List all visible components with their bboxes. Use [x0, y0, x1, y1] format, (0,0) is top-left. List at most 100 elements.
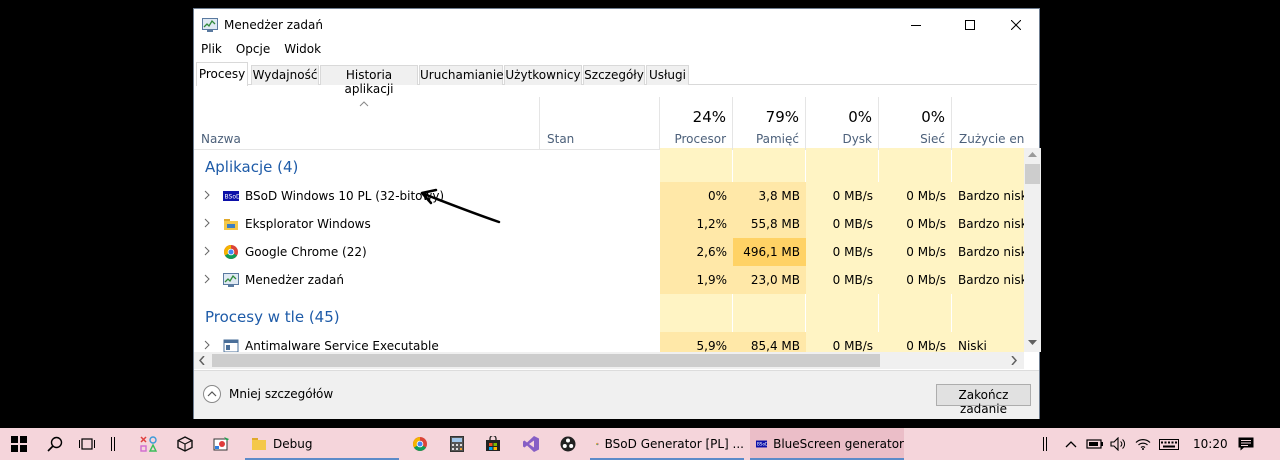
tab-details[interactable]: Szczegóły	[583, 65, 645, 85]
tab-processes[interactable]: Procesy	[196, 62, 248, 86]
service-icon	[223, 339, 239, 352]
title-bar[interactable]: Menedżer zadań	[194, 9, 1039, 40]
process-cpu: 1,2%	[660, 210, 733, 238]
store-icon	[486, 436, 500, 451]
table-row[interactable]: Google Chrome (22) 2,6% 496,1 MB 0 MB/s …	[194, 238, 1024, 266]
group-label-apps: Aplikacje (4)	[205, 158, 299, 176]
network-total: 0%	[921, 108, 945, 126]
minimize-button[interactable]	[893, 9, 939, 40]
action-center-button[interactable]	[1230, 428, 1262, 460]
clock-time[interactable]: 10:20	[1193, 437, 1228, 451]
folder-icon	[224, 219, 238, 230]
vertical-scrollbar[interactable]	[1024, 148, 1041, 352]
tray-input-indicator[interactable]	[1156, 428, 1182, 460]
task-view-button[interactable]	[72, 428, 102, 460]
column-network[interactable]: 0% Sieć	[879, 97, 952, 150]
column-memory-label: Pamięć	[755, 132, 799, 146]
column-cpu-label: Procesor	[674, 132, 726, 146]
chevron-right-icon[interactable]	[204, 340, 210, 350]
group-row-background[interactable]: Procesy w tle (45)	[194, 302, 1024, 330]
tray-battery[interactable]	[1084, 428, 1106, 460]
taskbar-app-debug[interactable]: Debug	[245, 428, 399, 460]
menu-view[interactable]: Widok	[277, 40, 328, 60]
cpu-total: 24%	[692, 108, 726, 126]
chevron-right-icon[interactable]	[204, 190, 210, 200]
search-icon	[47, 436, 63, 452]
folder-icon	[252, 438, 266, 450]
column-memory[interactable]: 79% Pamięć	[733, 97, 806, 150]
group-row-apps[interactable]: Aplikacje (4)	[194, 152, 1024, 180]
taskbar-pinned-visual-studio[interactable]	[516, 428, 546, 460]
chevron-right-icon[interactable]	[204, 246, 210, 256]
search-button[interactable]	[40, 428, 70, 460]
column-network-label: Sieć	[920, 132, 945, 146]
calculator-icon	[450, 436, 464, 452]
taskbar-pinned-chrome[interactable]	[405, 428, 435, 460]
table-row[interactable]: Eksplorator Windows 1,2% 55,8 MB 0 MB/s …	[194, 210, 1024, 238]
taskbar-app-chrome[interactable]: BSoD Generator [PL] ...	[590, 428, 744, 460]
process-power: Bardzo niskie	[952, 266, 1024, 294]
tab-performance[interactable]: Wydajność	[251, 65, 319, 85]
horizontal-scroll-thumb[interactable]	[212, 354, 880, 367]
menu-bar: Plik Opcje Widok	[194, 40, 328, 60]
table-row[interactable]: Menedżer zadań 1,9% 23,0 MB 0 MB/s 0 Mb/…	[194, 266, 1024, 294]
toolbar-grip[interactable]	[106, 428, 120, 460]
tray-volume[interactable]	[1108, 428, 1130, 460]
footer-bar: Mniej szczegółów Zakończ zadanie	[194, 370, 1039, 419]
menu-file[interactable]: Plik	[194, 40, 229, 60]
column-disk[interactable]: 0% Dysk	[806, 97, 879, 150]
memory-total: 79%	[765, 108, 799, 126]
process-power: Bardzo niskie	[952, 238, 1024, 266]
scroll-down-icon[interactable]	[1028, 340, 1037, 346]
scroll-right-icon[interactable]	[1011, 356, 1017, 365]
column-name[interactable]: Nazwa	[194, 97, 540, 150]
task-manager-window: Menedżer zadań Plik Opcje Widok Procesy …	[193, 8, 1041, 419]
tab-app-history[interactable]: Historia aplikacji	[320, 65, 418, 96]
cube-icon	[177, 436, 193, 452]
quicklaunch-1[interactable]	[134, 428, 164, 460]
menu-options[interactable]: Opcje	[229, 40, 277, 60]
column-power[interactable]: Zużycie energii	[952, 97, 1024, 150]
scroll-up-icon[interactable]	[1028, 152, 1037, 158]
process-disk: 0 MB/s	[806, 210, 879, 238]
process-name: Menedżer zadań	[245, 273, 344, 287]
start-button[interactable]	[0, 428, 38, 460]
tab-startup[interactable]: Uruchamianie	[419, 65, 504, 85]
tab-users[interactable]: Użytkownicy	[504, 65, 582, 85]
column-status[interactable]: Stan	[540, 97, 660, 150]
maximize-button[interactable]	[947, 9, 993, 40]
tray-overflow-button[interactable]	[1062, 428, 1080, 460]
quicklaunch-2[interactable]	[170, 428, 200, 460]
grip-icon	[111, 437, 115, 451]
taskbar-app-bluescreen[interactable]: BSoD BlueScreen generator	[750, 428, 904, 460]
taskbar-app-label: Debug	[273, 437, 313, 451]
process-list: Aplikacje (4) BSoD BSoD Windows 10 PL (3…	[194, 148, 1024, 352]
quicklaunch-3[interactable]	[206, 428, 236, 460]
column-cpu[interactable]: 24% Procesor	[660, 97, 733, 150]
column-disk-label: Dysk	[842, 132, 872, 146]
less-details-button[interactable]: Mniej szczegółów	[203, 385, 333, 403]
taskbar-pinned-obs[interactable]	[553, 428, 583, 460]
chevron-right-icon[interactable]	[204, 274, 210, 284]
maximize-icon	[965, 19, 975, 30]
table-row[interactable]: BSoD BSoD Windows 10 PL (32-bitowy) 0% 3…	[194, 182, 1024, 210]
end-task-button[interactable]: Zakończ zadanie	[936, 384, 1031, 416]
close-button[interactable]	[993, 9, 1039, 40]
horizontal-scrollbar[interactable]	[194, 352, 1024, 369]
taskbar-pinned-calculator[interactable]	[442, 428, 472, 460]
vertical-scroll-thumb[interactable]	[1025, 164, 1040, 184]
process-network: 0 Mb/s	[879, 210, 952, 238]
tab-services[interactable]: Usługi	[646, 65, 689, 85]
table-row[interactable]: Antimalware Service Executable 5,9% 85,4…	[194, 332, 1024, 352]
obs-icon	[560, 436, 576, 452]
scroll-left-icon[interactable]	[199, 356, 205, 365]
tray-wifi[interactable]	[1132, 428, 1154, 460]
process-power: Bardzo niskie	[952, 210, 1024, 238]
wifi-icon	[1135, 439, 1151, 450]
process-memory: 55,8 MB	[733, 210, 806, 238]
tray-grip[interactable]	[1038, 428, 1052, 460]
tab-strip: Procesy Wydajność Historia aplikacji Uru…	[196, 62, 1037, 96]
chevron-right-icon[interactable]	[204, 218, 210, 228]
taskbar-pinned-store[interactable]	[478, 428, 508, 460]
process-memory: 3,8 MB	[733, 182, 806, 210]
